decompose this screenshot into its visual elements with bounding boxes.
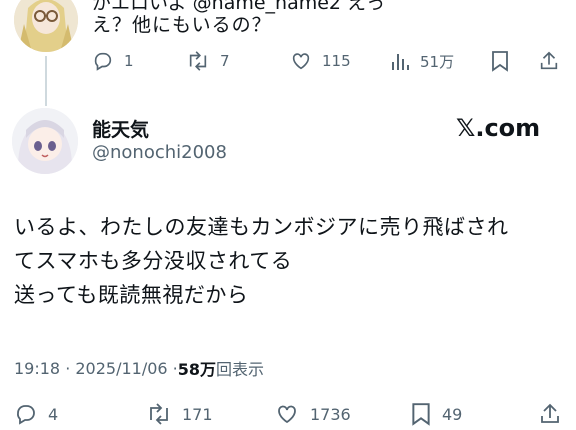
parent-retweet-button[interactable]: 7 xyxy=(186,50,230,72)
reply-button[interactable]: 4 xyxy=(14,402,58,426)
parent-share-button[interactable] xyxy=(538,50,560,72)
views-icon xyxy=(390,50,410,72)
share-icon xyxy=(538,50,560,72)
tweet-views-count: 58万 xyxy=(177,360,217,379)
tweet-meta: 19:18 · 2025/11/06 · 58万 回表示 xyxy=(14,356,264,380)
tweet-views-label: 回表示 xyxy=(216,360,265,379)
author-avatar[interactable] xyxy=(12,108,78,174)
parent-tweet-text: え？他にもいるの？ xyxy=(92,14,272,36)
author-display-name[interactable]: 能天気 xyxy=(92,115,149,142)
share-icon xyxy=(538,402,562,426)
retweet-icon xyxy=(186,50,210,72)
retweet-button[interactable]: 171 xyxy=(146,402,213,426)
x-watermark: 𝕏.com xyxy=(456,114,541,142)
parent-bookmark-button[interactable] xyxy=(490,50,510,72)
reply-icon xyxy=(92,50,114,72)
retweet-icon xyxy=(146,402,172,426)
reply-count: 4 xyxy=(48,404,59,424)
like-icon xyxy=(274,402,300,426)
tweet-body-line: てスマホも多分没収されてる xyxy=(14,249,293,273)
like-count: 1736 xyxy=(310,404,351,424)
author-handle[interactable]: @nonochi2008 xyxy=(92,142,227,163)
bookmark-button[interactable]: 49 xyxy=(410,402,462,426)
tweet-body-line: 送っても既読無視だから xyxy=(14,283,249,307)
reply-icon xyxy=(14,402,38,426)
bookmark-icon xyxy=(490,50,510,72)
parent-like-button[interactable]: 115 xyxy=(290,50,351,72)
tweet-timestamp[interactable]: 19:18 · 2025/11/06 · xyxy=(14,359,178,378)
parent-avatar[interactable] xyxy=(14,0,78,52)
like-icon xyxy=(290,50,312,72)
thread-line xyxy=(45,56,47,106)
retweet-count: 171 xyxy=(182,404,213,424)
parent-retweet-count: 7 xyxy=(220,52,230,70)
share-button[interactable] xyxy=(538,402,562,426)
parent-reply-count: 1 xyxy=(124,52,134,70)
like-button[interactable]: 1736 xyxy=(274,402,351,426)
parent-like-count: 115 xyxy=(322,52,351,70)
tweet-body-line: いるよ、わたしの友達もカンボジアに売り飛ばされ xyxy=(14,215,509,239)
bookmark-count: 49 xyxy=(442,404,463,424)
parent-views-count: 51万 xyxy=(420,52,455,71)
parent-views-button[interactable]: 51万 xyxy=(390,50,454,72)
bookmark-icon xyxy=(410,402,432,426)
parent-reply-button[interactable]: 1 xyxy=(92,50,134,72)
tweet-body: いるよ、わたしの友達もカンボジアに売り飛ばされ てスマホも多分没収されてる 送っ… xyxy=(14,210,509,312)
